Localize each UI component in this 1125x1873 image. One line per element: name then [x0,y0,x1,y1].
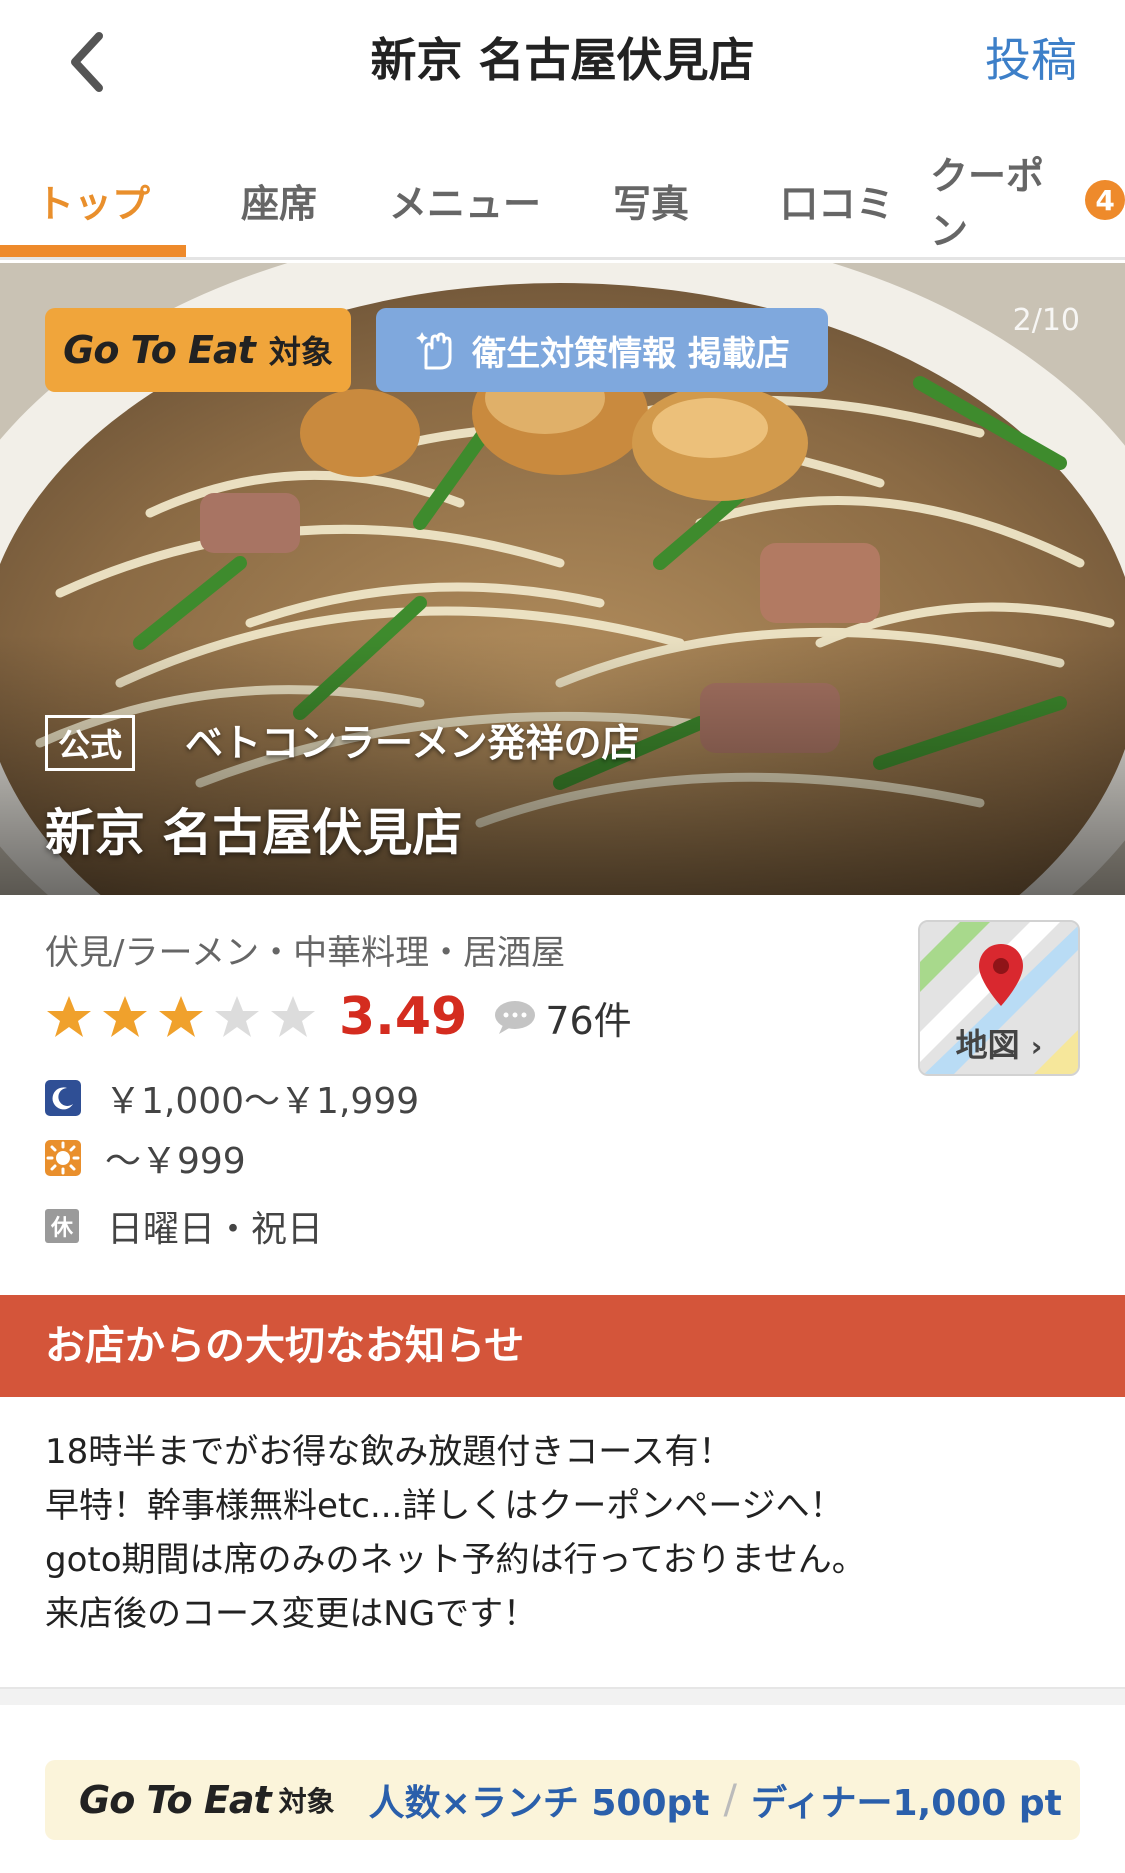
lunch-price: ～￥999 [105,1141,246,1182]
notice-title: お店からの大切なお知らせ [45,1323,525,1369]
closed-days-row: 休 日曜日・祝日 [45,1201,323,1251]
hygiene-badge-label: 衛生対策情報 掲載店 [472,333,790,374]
hand-sparkle-icon [416,332,452,370]
gotoeat-brand: Go To Eat [63,328,256,372]
star-empty-icon [271,996,315,1037]
dinner-price-row: ￥1,000～￥1,999 [45,1073,419,1123]
closed-days: 日曜日・祝日 [107,1209,324,1250]
map-pin-icon [979,944,1023,1006]
gotoeat-suffix: 対象 [268,333,333,371]
star-filled-icon [47,996,91,1037]
tab-seats[interactable]: 座席 [186,140,372,260]
back-button[interactable] [52,22,122,102]
tab-photos[interactable]: 写真 [558,140,744,260]
map-label-text: 地図 [955,1026,1020,1064]
restaurant-tagline: ベトコンラーメン発祥の店 [185,721,640,765]
official-badge: 公式 [45,715,136,771]
banner-gotoeat-suffix: 対象 [278,1785,335,1818]
star-filled-icon [103,996,147,1037]
banner-dinner-points: ディナー1,000 pt [750,1783,1062,1824]
sun-icon [45,1140,81,1176]
restaurant-name: 新京 名古屋伏見店 [45,804,463,862]
page-title: 新京 名古屋伏見店 [370,33,755,87]
hygiene-badge[interactable]: 衛生対策情報 掲載店 [376,308,828,392]
restaurant-info: 伏見/ラーメン・中華料理・居酒屋 3.49 76件 ￥1,000～￥1,999 [0,895,1125,1295]
gotoeat-badge: Go To Eat 対象 [45,308,351,392]
map-label: 地図 › [920,1020,1078,1066]
tab-coupons[interactable]: クーポン 4 [930,140,1125,260]
tab-coupons-label: クーポン [930,154,1045,253]
rating-row[interactable]: 3.49 76件 [45,987,632,1047]
closed-icon: 休 [45,1209,79,1243]
gotoeat-points-banner[interactable]: Go To Eat 対象 人数×ランチ 500pt / ディナー1,000 pt [45,1760,1080,1840]
section-divider [0,1687,1125,1705]
notice-line: 来店後のコース変更はNGです！ [45,1594,538,1634]
rating-score: 3.49 [339,987,468,1047]
moon-icon [45,1080,81,1116]
tab-reviews[interactable]: 口コミ [744,140,930,260]
app-header: 新京 名古屋伏見店 投稿 [0,0,1125,125]
star-empty-icon [215,996,259,1037]
notice-line: 早特！幹事様無料etc...詳しくはクーポンページへ！ [45,1486,844,1526]
star-filled-icon [159,996,203,1037]
lunch-price-row: ～￥999 [45,1133,246,1183]
tab-menu[interactable]: メニュー [372,140,558,260]
notice-line: goto期間は席のみのネット予約は行っておりません。 [45,1540,866,1580]
tab-bar: トップ 座席 メニュー 写真 口コミ クーポン 4 [0,140,1125,260]
photo-counter: 2/10 [1012,303,1080,338]
notice-body: 18時半までがお得な飲み放題付きコース有！ 早特！幹事様無料etc...詳しくは… [0,1397,1125,1687]
banner-separator: / [723,1777,737,1823]
active-tab-indicator [0,245,186,257]
speech-bubble-icon [495,1001,536,1034]
review-count: 76件 [545,998,632,1043]
post-button[interactable]: 投稿 [985,28,1077,92]
dinner-price: ￥1,000～￥1,999 [105,1081,420,1122]
notice-header: お店からの大切なお知らせ [0,1295,1125,1397]
map-button[interactable]: 地図 › [918,920,1080,1076]
banner-lunch-points: 人数×ランチ 500pt [368,1783,710,1824]
coupon-count-badge: 4 [1085,180,1125,220]
banner-gotoeat-brand: Go To Eat [79,1778,272,1822]
tab-top[interactable]: トップ [0,140,186,260]
chevron-left-icon [71,32,103,92]
chevron-right-icon: › [1030,1030,1043,1063]
genre-text: 伏見/ラーメン・中華料理・居酒屋 [45,933,566,973]
notice-line: 18時半までがお得な飲み放題付きコース有！ [45,1432,733,1472]
hero-photo[interactable]: Go To Eat 対象 衛生対策情報 掲載店 2/10 公式 ベトコンラーメン… [0,263,1125,895]
